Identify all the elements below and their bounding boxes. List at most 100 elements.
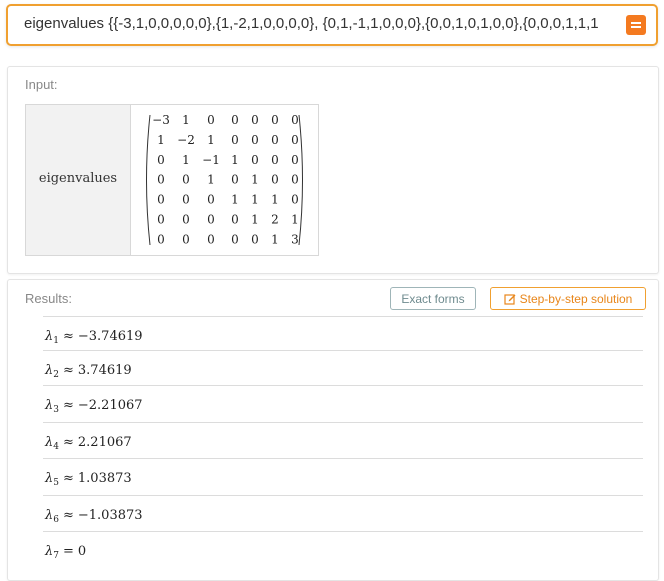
- matrix-cell: 1: [271, 232, 279, 246]
- result-relation: ≈: [62, 329, 74, 344]
- result-relation: =: [62, 544, 74, 559]
- result-relation: ≈: [62, 363, 74, 378]
- result-symbol: λ: [45, 363, 54, 378]
- matrix-cell: 1: [251, 173, 259, 187]
- step-by-step-button[interactable]: Step-by-step solution: [490, 287, 646, 310]
- equals-icon[interactable]: [626, 15, 646, 35]
- matrix-left-bracket: [146, 114, 151, 246]
- matrix-cell: 1: [271, 193, 279, 207]
- matrix-cell: 0: [291, 113, 299, 127]
- edit-icon: [504, 294, 516, 305]
- result-symbol: λ: [45, 398, 54, 413]
- result-number: 3.74619: [77, 363, 132, 378]
- result-row: λ7 = 0: [43, 531, 643, 568]
- matrix-cell: 0: [231, 213, 239, 227]
- query-input[interactable]: eigenvalues {{-3,1,0,0,0,0,0},{1,-2,1,0,…: [6, 4, 658, 46]
- matrix-cell: 0: [182, 232, 190, 246]
- matrix-cell: 0: [157, 232, 165, 246]
- matrix-cell: 1: [182, 153, 190, 167]
- result-number: 2.21067: [77, 435, 132, 450]
- matrix-cell: 1: [251, 213, 259, 227]
- function-name: eigenvalues: [38, 171, 118, 186]
- result-value: λ2 ≈3.74619: [45, 363, 132, 380]
- matrix-cell: 0: [157, 193, 165, 207]
- matrix-cell: 0: [182, 193, 190, 207]
- matrix-cell: 0: [207, 113, 215, 127]
- result-index: 2: [53, 370, 59, 380]
- function-cell: eigenvalues: [26, 105, 131, 255]
- matrix-cell: 1: [251, 193, 259, 207]
- matrix-cell: 1: [231, 153, 239, 167]
- matrix-cell: 0: [157, 153, 165, 167]
- matrix-cell: 0: [251, 232, 259, 246]
- matrix-cell: 0: [271, 113, 279, 127]
- result-symbol: λ: [45, 508, 54, 523]
- matrix-cell: 1: [291, 213, 299, 227]
- result-value: λ5 ≈1.03873: [45, 471, 132, 488]
- results-label: Results:: [25, 291, 72, 306]
- matrix-cell: 0: [291, 133, 299, 147]
- matrix-cell: −3: [152, 113, 170, 127]
- result-value: λ6 ≈ −1.03873: [45, 508, 143, 525]
- matrix-cell: 0: [207, 213, 215, 227]
- input-table: eigenvalues −3 1 0 0 0 0 0 1 −2 1 0 0 0 0 0 1 −1 1 0 0 0 0 0 1 0…: [25, 104, 319, 256]
- result-index: 6: [53, 515, 59, 525]
- result-value: λ1 ≈ −3.74619: [45, 329, 143, 346]
- matrix-cell: 0: [157, 173, 165, 187]
- matrix-cell: 0: [291, 153, 299, 167]
- result-row: λ2 ≈3.74619: [43, 350, 643, 387]
- result-number: −3.74619: [77, 329, 143, 344]
- result-index: 1: [53, 336, 59, 346]
- result-number: −2.21067: [77, 398, 143, 413]
- result-row: λ1 ≈ −3.74619: [43, 316, 643, 353]
- matrix-cell: 1: [231, 193, 239, 207]
- result-symbol: λ: [45, 329, 54, 344]
- matrix-cell: 0: [271, 173, 279, 187]
- result-row: λ4 ≈2.21067: [43, 422, 643, 459]
- matrix-right-bracket: [298, 114, 303, 246]
- matrix-cell: 0: [251, 113, 259, 127]
- matrix-cell: 0: [251, 133, 259, 147]
- matrix-cell: 1: [207, 133, 215, 147]
- result-number: 0: [77, 544, 87, 559]
- matrix-cell: 0: [207, 193, 215, 207]
- result-index: 7: [53, 551, 59, 561]
- result-relation: ≈: [62, 508, 74, 523]
- result-relation: ≈: [62, 398, 74, 413]
- result-index: 5: [53, 478, 59, 488]
- matrix-cell: 0: [231, 133, 239, 147]
- matrix-cell: 1: [157, 133, 165, 147]
- matrix-cell: 0: [251, 153, 259, 167]
- exact-forms-button[interactable]: Exact forms: [390, 287, 476, 310]
- matrix-cell: 1: [207, 173, 215, 187]
- matrix-cell: 0: [291, 173, 299, 187]
- result-row: λ5 ≈1.03873: [43, 458, 643, 495]
- matrix-cell: 1: [182, 113, 190, 127]
- input-pod: Input: eigenvalues −3 1 0 0 0 0 0 1 −2 1 0 0 0 0 0 1 −1 1…: [7, 66, 659, 274]
- matrix-cell: 0: [182, 173, 190, 187]
- query-text[interactable]: eigenvalues {{-3,1,0,0,0,0,0},{1,-2,1,0,…: [24, 15, 614, 32]
- matrix-cell: 2: [271, 213, 279, 227]
- matrix-cell: 0: [157, 213, 165, 227]
- matrix-cell: 0: [207, 232, 215, 246]
- input-label: Input:: [25, 77, 58, 92]
- result-relation: ≈: [62, 435, 74, 450]
- result-value: λ3 ≈ −2.21067: [45, 398, 143, 415]
- result-number: 1.03873: [77, 471, 132, 486]
- matrix-cell: 0: [271, 153, 279, 167]
- result-row: λ6 ≈ −1.03873: [43, 495, 643, 532]
- result-index: 4: [53, 442, 59, 452]
- matrix-cell: 0: [231, 232, 239, 246]
- step-by-step-label: Step-by-step solution: [519, 292, 633, 306]
- result-row: λ3 ≈ −2.21067: [43, 385, 643, 422]
- matrix-cell: 0: [231, 113, 239, 127]
- result-value: λ4 ≈2.21067: [45, 435, 132, 452]
- result-relation: ≈: [62, 471, 74, 486]
- matrix-cell: 0: [182, 213, 190, 227]
- matrix-cell: −2: [177, 133, 195, 147]
- matrix: −3 1 0 0 0 0 01 −2 1 0 0 0 00 1 −1 1 0 0 00 0 1 0 1 0 00 0 0 1 1 1 00 0…: [146, 113, 303, 246]
- matrix-cell: −1: [202, 153, 220, 167]
- result-index: 3: [53, 405, 59, 415]
- result-value: λ7 = 0: [45, 544, 86, 561]
- results-pod: Results: Exact forms Step-by-step soluti…: [7, 279, 659, 581]
